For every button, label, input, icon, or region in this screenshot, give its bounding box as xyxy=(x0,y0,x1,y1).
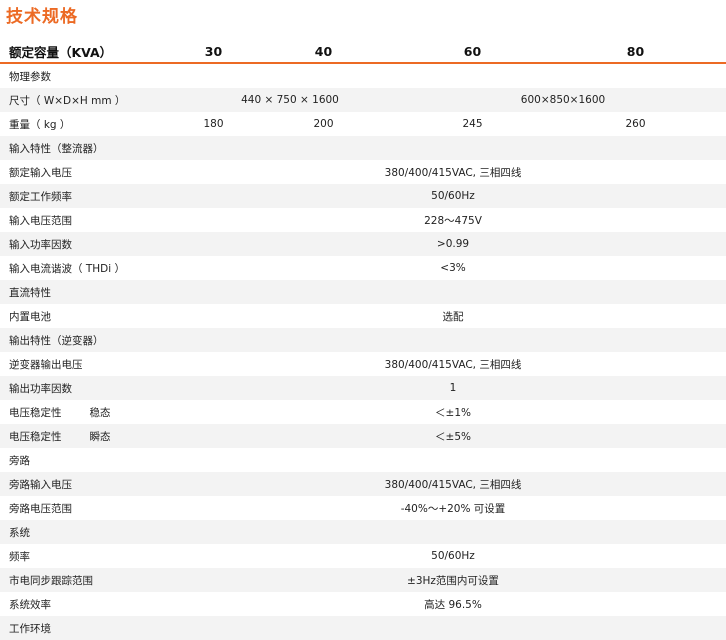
table-header-row: 额定容量（KVA） 30 40 60 80 xyxy=(0,40,726,64)
row-label: 电压稳定性 稳态 xyxy=(0,400,180,424)
stability-label: 电压稳定性 xyxy=(9,406,62,419)
section-label: 直流特性 xyxy=(0,280,726,304)
row-label: 输入功率因数 xyxy=(0,232,180,256)
section-row-physical: 物理参数 xyxy=(0,63,726,88)
table-row-frequency: 额定工作频率 50/60Hz xyxy=(0,184,726,208)
row-label: 频率 xyxy=(9,550,30,563)
table-row-weight: 重量（ kg ） 180 200 245 260 xyxy=(0,112,726,136)
table-row-input-pf: 输入功率因数 >0.99 xyxy=(0,232,726,256)
page-title: 技术规格 xyxy=(6,7,78,27)
row-label: 市电同步跟踪范围 xyxy=(0,568,180,592)
steady-state-label: 稳态 xyxy=(89,406,111,419)
table-row-voltage-range: 输入电压范围 228～475V xyxy=(0,208,726,232)
weight-30-value: 180 xyxy=(203,118,224,130)
row-value: 50/60Hz xyxy=(180,184,726,208)
section-label: 旁路 xyxy=(9,454,30,467)
row-value: ＜±1% xyxy=(435,406,471,419)
stability-label: 电压稳定性 xyxy=(9,430,62,443)
table-row-thdi: 输入电流谐波（ THDi ） <3% xyxy=(0,256,726,280)
weight-40-value: 200 xyxy=(313,118,334,130)
row-value: 380/400/415VAC, 三相四线 xyxy=(180,472,726,496)
row-label: 旁路输入电压 xyxy=(0,472,180,496)
section-row-bypass: 旁路 xyxy=(0,448,726,472)
row-label: 内置电池 xyxy=(9,310,51,323)
table-row-bypass-voltage: 旁路输入电压 380/400/415VAC, 三相四线 xyxy=(0,472,726,496)
row-label: 系统效率 xyxy=(9,598,51,611)
weight-60-value: 245 xyxy=(462,118,483,130)
table-row-input-voltage: 额定输入电压 380/400/415VAC, 三相四线 xyxy=(0,160,726,184)
spec-table: 额定容量（KVA） 30 40 60 80 物理参数 尺寸（ W×D×H mm … xyxy=(0,40,726,640)
capacity-80-header: 80 xyxy=(545,40,726,64)
row-value: -40%～+20% 可设置 xyxy=(400,502,506,515)
row-label: 额定输入电压 xyxy=(9,166,72,179)
table-row-battery: 内置电池 选配 xyxy=(0,304,726,328)
row-label: 输入电流谐波（ THDi ） xyxy=(9,262,125,275)
capacity-header-label: 额定容量（KVA） xyxy=(0,40,180,64)
section-row-output: 输出特性（逆变器） xyxy=(0,328,726,352)
row-label: 输出功率因数 xyxy=(0,376,180,400)
capacity-40-header: 40 xyxy=(247,40,400,64)
row-label: 重量（ kg ） xyxy=(9,118,71,131)
section-label: 输入特性（整流器） xyxy=(0,136,726,160)
weight-80-value: 260 xyxy=(625,118,646,130)
row-value: >0.99 xyxy=(180,232,726,256)
table-row-bypass-range: 旁路电压范围 -40%～+20% 可设置 xyxy=(0,496,726,520)
row-value: <3% xyxy=(440,262,466,274)
section-label: 物理参数 xyxy=(9,70,51,83)
row-value: 380/400/415VAC, 三相四线 xyxy=(384,358,522,371)
row-label: 输入电压范围 xyxy=(9,214,72,227)
row-value: 228～475V xyxy=(424,214,482,227)
row-label: 额定工作频率 xyxy=(0,184,180,208)
capacity-60-header: 60 xyxy=(400,40,545,64)
table-row-sync-range: 市电同步跟踪范围 ±3Hz范围内可设置 xyxy=(0,568,726,592)
row-label: 旁路电压范围 xyxy=(9,502,72,515)
row-value: ±3Hz范围内可设置 xyxy=(180,568,726,592)
table-row-system-frequency: 频率 50/60Hz xyxy=(0,544,726,568)
row-label: 尺寸（ W×D×H mm ） xyxy=(0,88,180,112)
transient-label: 瞬态 xyxy=(89,430,111,443)
section-label: 输出特性（逆变器） xyxy=(0,328,726,352)
row-value: 380/400/415VAC, 三相四线 xyxy=(384,166,522,179)
row-value: 高达 96.5% xyxy=(424,598,482,611)
table-row-inverter-voltage: 逆变器输出电压 380/400/415VAC, 三相四线 xyxy=(0,352,726,376)
section-row-dc: 直流特性 xyxy=(0,280,726,304)
capacity-30-header: 30 xyxy=(180,40,247,64)
row-label: 电压稳定性 瞬态 xyxy=(0,424,180,448)
table-row-output-pf: 输出功率因数 1 xyxy=(0,376,726,400)
size-large-value: 600×850×1600 xyxy=(400,88,726,112)
section-label: 系统 xyxy=(0,520,726,544)
row-value: 50/60Hz xyxy=(431,550,475,562)
table-row-stability-transient: 电压稳定性 瞬态 ＜±5% xyxy=(0,424,726,448)
table-row-size: 尺寸（ W×D×H mm ） 440 × 750 × 1600 600×850×… xyxy=(0,88,726,112)
row-label: 逆变器输出电压 xyxy=(9,358,83,371)
section-row-input: 输入特性（整流器） xyxy=(0,136,726,160)
section-row-environment: 工作环境 xyxy=(0,616,726,640)
row-value: ＜±5% xyxy=(180,424,726,448)
size-small-value: 440 × 750 × 1600 xyxy=(180,88,400,112)
row-value: 1 xyxy=(180,376,726,400)
table-row-stability-steady: 电压稳定性 稳态 ＜±1% xyxy=(0,400,726,424)
table-row-efficiency: 系统效率 高达 96.5% xyxy=(0,592,726,616)
section-row-system: 系统 xyxy=(0,520,726,544)
section-label: 工作环境 xyxy=(0,616,726,640)
row-value: 选配 xyxy=(442,310,464,323)
